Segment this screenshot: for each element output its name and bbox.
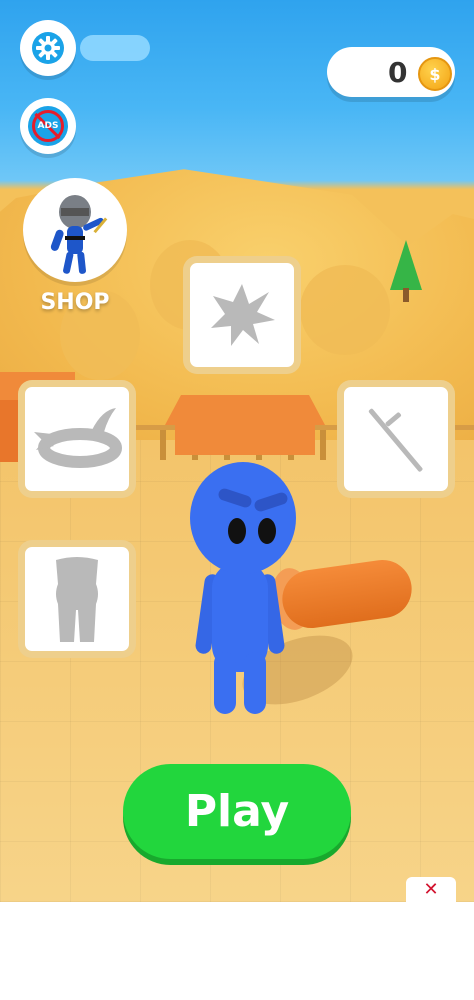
slot-outfit[interactable] bbox=[18, 540, 136, 658]
coin-icon: $ bbox=[418, 57, 452, 91]
slot-throwing-star[interactable] bbox=[183, 256, 301, 374]
no-ads-label: ADS bbox=[37, 121, 59, 131]
close-icon: ✕ bbox=[423, 879, 439, 900]
no-ads-icon: ADS bbox=[28, 106, 68, 146]
character-leg bbox=[244, 652, 266, 714]
katana-icon bbox=[368, 408, 423, 472]
ad-close-button[interactable]: ✕ bbox=[406, 877, 456, 902]
settings-button[interactable] bbox=[20, 20, 76, 76]
no-ads-button[interactable]: ADS bbox=[20, 98, 76, 154]
body-suit-icon bbox=[56, 557, 98, 642]
player-character bbox=[190, 462, 300, 717]
shop-button[interactable] bbox=[23, 178, 127, 282]
ninja-character-icon bbox=[50, 195, 108, 274]
hut bbox=[175, 425, 315, 455]
play-button[interactable]: Play bbox=[123, 764, 351, 859]
shop-label: SHOP bbox=[40, 290, 110, 315]
ad-banner bbox=[0, 902, 474, 1000]
pine-tree bbox=[390, 240, 422, 290]
coin-count: 0 bbox=[388, 56, 408, 89]
hut-roof bbox=[165, 395, 325, 425]
character-leg bbox=[214, 652, 236, 714]
shuriken-icon bbox=[211, 284, 275, 346]
play-label: Play bbox=[184, 786, 290, 837]
slot-sword[interactable] bbox=[337, 380, 455, 498]
character-eye bbox=[258, 518, 276, 544]
headband-icon bbox=[34, 408, 122, 468]
cloud bbox=[80, 35, 150, 61]
gear-icon bbox=[32, 32, 64, 64]
character-eye bbox=[228, 518, 246, 544]
slot-headband[interactable] bbox=[18, 380, 136, 498]
character-head bbox=[190, 462, 296, 574]
carved-face bbox=[300, 265, 390, 355]
tree-trunk bbox=[403, 288, 409, 302]
